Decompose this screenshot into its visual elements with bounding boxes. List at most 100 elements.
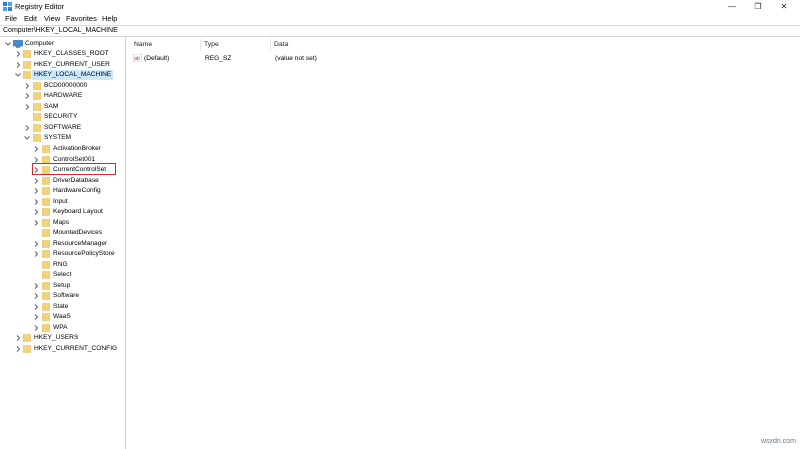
highlight-box — [32, 163, 116, 175]
folder-icon — [42, 313, 50, 321]
menu-view[interactable]: View — [43, 14, 61, 24]
values-list[interactable]: Name Type Data ab (Default) REG_SZ (valu… — [127, 37, 800, 449]
tree-label: HardwareConfig — [53, 187, 101, 194]
minimize-button[interactable]: — — [720, 0, 744, 13]
menu-help[interactable]: Help — [101, 14, 118, 24]
tree-item-hkey-current-user[interactable]: HKEY_CURRENT_USER — [0, 60, 125, 70]
column-header-type[interactable]: Type — [204, 40, 219, 50]
address-path[interactable]: Computer\HKEY_LOCAL_MACHINE — [3, 26, 118, 36]
tree-item-hkey-classes-root[interactable]: HKEY_CLASSES_ROOT — [0, 49, 125, 59]
chevron-down-icon[interactable] — [23, 133, 31, 143]
menu-bar: File Edit View Favorites Help — [0, 13, 800, 25]
window-title: Registry Editor — [15, 2, 65, 11]
tree-item-maps[interactable]: Maps — [0, 218, 125, 228]
chevron-right-icon[interactable] — [32, 302, 40, 312]
chevron-right-icon[interactable] — [32, 239, 40, 249]
chevron-down-icon[interactable] — [14, 70, 22, 80]
tree-label: ResourcePolicyStore — [53, 250, 115, 257]
chevron-right-icon[interactable] — [32, 144, 40, 154]
tree-item-mounteddevices[interactable]: MountedDevices — [0, 228, 125, 238]
value-data: (value not set) — [275, 55, 317, 62]
tree-label: HKEY_CURRENT_CONFIG — [34, 345, 118, 352]
chevron-right-icon[interactable] — [32, 291, 40, 301]
tree-label: HKEY_LOCAL_MACHINE — [32, 70, 114, 80]
tree-item-input[interactable]: Input — [0, 197, 125, 207]
tree-item-rng[interactable]: RNG — [0, 260, 125, 270]
tree-label: HKEY_USERS — [34, 334, 79, 341]
tree-item-sam[interactable]: SAM — [0, 102, 125, 112]
chevron-right-icon[interactable] — [14, 60, 22, 70]
chevron-right-icon[interactable] — [32, 197, 40, 207]
menu-file[interactable]: File — [4, 14, 18, 24]
chevron-down-icon[interactable] — [4, 39, 12, 49]
chevron-right-icon[interactable] — [14, 49, 22, 59]
column-divider[interactable] — [200, 39, 201, 51]
tree-item-driverdatabase[interactable]: DriverDatabase — [0, 176, 125, 186]
value-type: REG_SZ — [205, 55, 232, 62]
tree-item-waas[interactable]: WaaS — [0, 312, 125, 322]
folder-icon — [42, 240, 50, 248]
tree-label: DriverDatabase — [53, 177, 99, 184]
folder-icon — [42, 324, 50, 332]
tree-item-hkey-current-config[interactable]: HKEY_CURRENT_CONFIG — [0, 344, 125, 354]
tree-item-hardware[interactable]: HARDWARE — [0, 91, 125, 101]
menu-edit[interactable]: Edit — [23, 14, 38, 24]
tree-item-hkey-users[interactable]: HKEY_USERS — [0, 333, 125, 343]
chevron-right-icon[interactable] — [23, 123, 31, 133]
tree-item-software-sys[interactable]: Software — [0, 291, 125, 301]
maximize-button[interactable]: ❐ — [746, 0, 770, 13]
column-header-data[interactable]: Data — [274, 40, 288, 50]
chevron-right-icon[interactable] — [14, 333, 22, 343]
folder-icon — [42, 229, 50, 237]
tree-label: Keyboard Layout — [53, 208, 103, 215]
svg-text:ab: ab — [134, 56, 140, 62]
chevron-right-icon[interactable] — [32, 249, 40, 259]
tree-item-wpa[interactable]: WPA — [0, 323, 125, 333]
tree-item-resourcepolicystore[interactable]: ResourcePolicyStore — [0, 249, 125, 259]
value-name[interactable]: (Default) — [144, 54, 169, 64]
tree-label: Software — [53, 292, 80, 299]
chevron-right-icon[interactable] — [32, 312, 40, 322]
tree-item-hardwareconfig[interactable]: HardwareConfig — [0, 186, 125, 196]
chevron-right-icon[interactable] — [23, 102, 31, 112]
tree-item-bcd00000000[interactable]: BCD00000000 — [0, 81, 125, 91]
tree-item-computer[interactable]: Computer — [0, 39, 125, 49]
tree-item-resourcemanager[interactable]: ResourceManager — [0, 239, 125, 249]
folder-icon — [33, 124, 41, 132]
chevron-right-icon[interactable] — [32, 323, 40, 333]
tree-item-setup[interactable]: Setup — [0, 281, 125, 291]
tree-item-keyboard-layout[interactable]: Keyboard Layout — [0, 207, 125, 217]
tree-item-state[interactable]: State — [0, 302, 125, 312]
folder-icon — [42, 303, 50, 311]
tree-item-system[interactable]: SYSTEM — [0, 133, 125, 143]
folder-icon — [33, 82, 41, 90]
close-button[interactable]: ✕ — [772, 0, 796, 13]
address-bar[interactable]: Computer\HKEY_LOCAL_MACHINE — [0, 25, 800, 37]
chevron-right-icon[interactable] — [23, 91, 31, 101]
chevron-right-icon[interactable] — [14, 344, 22, 354]
tree-item-select[interactable]: Select — [0, 270, 125, 280]
folder-icon — [42, 282, 50, 290]
chevron-right-icon[interactable] — [32, 281, 40, 291]
tree-item-security[interactable]: SECURITY — [0, 112, 125, 122]
column-header-name[interactable]: Name — [134, 40, 152, 50]
folder-icon — [23, 61, 31, 69]
tree-label: ResourceManager — [53, 240, 108, 247]
title-bar: Registry Editor — ❐ ✕ — [0, 0, 800, 13]
folder-icon — [42, 271, 50, 279]
tree-item-hkey-local-machine[interactable]: HKEY_LOCAL_MACHINE — [0, 70, 125, 80]
folder-icon — [33, 92, 41, 100]
tree-item-activationbroker[interactable]: ActivationBroker — [0, 144, 125, 154]
menu-favorites[interactable]: Favorites — [65, 14, 98, 24]
close-icon: ✕ — [780, 2, 788, 11]
tree-label: WPA — [53, 324, 68, 331]
chevron-right-icon[interactable] — [32, 207, 40, 217]
chevron-right-icon[interactable] — [32, 176, 40, 186]
restore-icon: ❐ — [754, 2, 762, 11]
registry-tree[interactable]: Computer HKEY_CLASSES_ROOT HKEY_CURRENT_… — [0, 37, 126, 449]
chevron-right-icon[interactable] — [23, 81, 31, 91]
chevron-right-icon[interactable] — [32, 218, 40, 228]
tree-item-software[interactable]: SOFTWARE — [0, 123, 125, 133]
column-divider[interactable] — [270, 39, 271, 51]
chevron-right-icon[interactable] — [32, 186, 40, 196]
